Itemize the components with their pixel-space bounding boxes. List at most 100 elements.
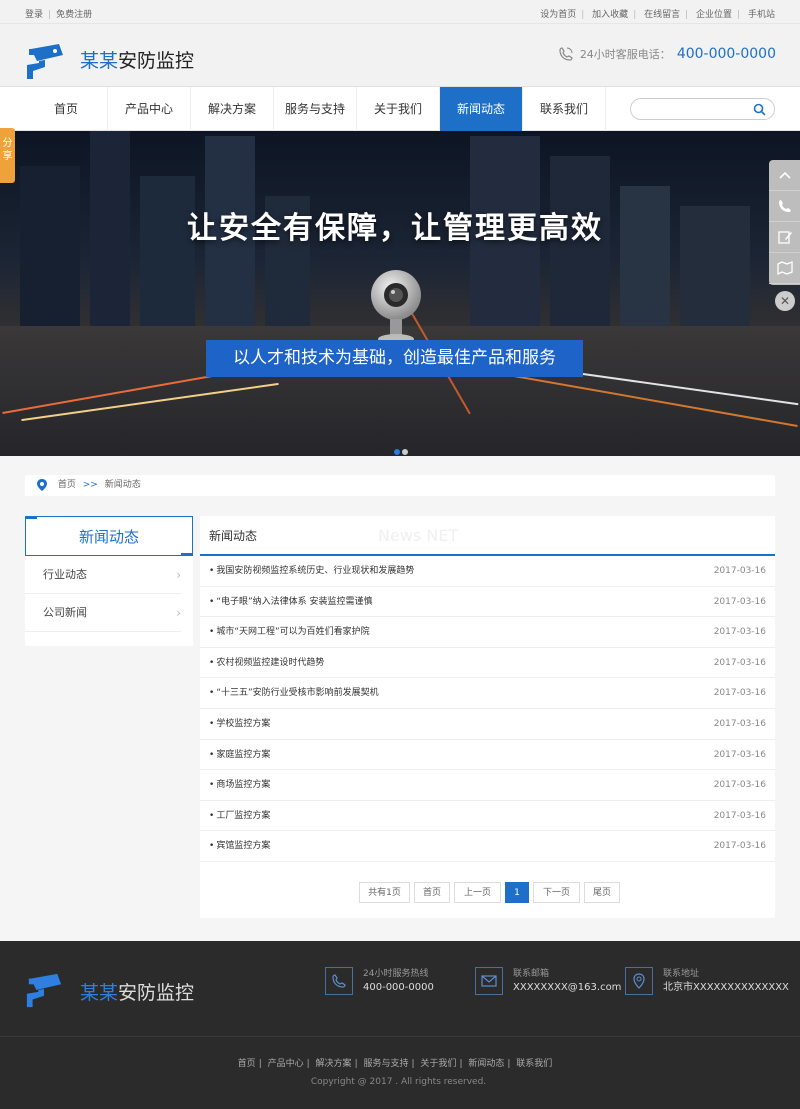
nav-item-about[interactable]: 关于我们 [357, 87, 440, 131]
nav-item-products[interactable]: 产品中心 [108, 87, 191, 131]
news-title[interactable]: “十三五”安防行业受核市影响前发展契机 [216, 688, 378, 698]
footer-divider [0, 1036, 800, 1037]
contact-value: XXXXXXXX@163.com [513, 982, 622, 993]
sidebar-item-industry-news[interactable]: 行业动态 › [25, 556, 181, 594]
news-title[interactable]: 我国安防视频监控系统历史、行业现状和发展趋势 [216, 566, 414, 576]
news-date: 2017-03-16 [713, 780, 766, 791]
breadcrumb-separator: >> [82, 480, 98, 490]
panel-title-text: 新闻动态 [209, 529, 258, 543]
news-date: 2017-03-16 [713, 718, 766, 729]
page-next-button[interactable]: 下一页 [533, 882, 580, 903]
brand-part1: 某某 [80, 50, 119, 72]
camera-logo-icon [26, 973, 62, 1008]
footer-link-support[interactable]: 服务与支持 [363, 1059, 408, 1069]
contact-value: 北京市XXXXXXXXXXXXXX [663, 982, 789, 993]
nav-item-solutions[interactable]: 解决方案 [191, 87, 274, 131]
search-icon[interactable] [753, 103, 766, 116]
register-link[interactable]: 免费注册 [56, 10, 92, 20]
footer-contact-email: 联系邮箱 XXXXXXXX@163.com [475, 967, 621, 995]
footer-contact-phone: 24小时服务热线 400-000-0000 [325, 967, 434, 995]
map-tool-icon[interactable] [769, 253, 800, 284]
contact-label: 24小时服务热线 [363, 969, 429, 979]
close-icon[interactable]: ✕ [775, 291, 795, 311]
news-date: 2017-03-16 [713, 566, 766, 576]
footer-link-home[interactable]: 首页 [238, 1059, 256, 1069]
chevron-right-icon: › [176, 568, 181, 582]
utility-links: 设为首页 | 加入收藏 | 在线留言 | 企业位置 | 手机站 [540, 10, 775, 20]
breadcrumb-home[interactable]: 首页 [58, 480, 76, 490]
news-item[interactable]: 农村视频监控建设时代趋势 2017-03-16 [200, 648, 775, 679]
slide-indicator [394, 440, 410, 456]
news-item[interactable]: 商场监控方案 2017-03-16 [200, 770, 775, 801]
site-footer: 某某安防监控 24小时服务热线 400-000-0000 联系邮箱 XXXXXX… [0, 941, 800, 1109]
phone-icon [559, 47, 573, 61]
news-title[interactable]: 学校监控方案 [216, 719, 270, 729]
page-current[interactable]: 1 [505, 882, 529, 903]
share-tab[interactable]: 分享 [0, 128, 15, 183]
news-item[interactable]: 家庭监控方案 2017-03-16 [200, 740, 775, 771]
sidebar-title: 新闻动态 [25, 516, 193, 556]
news-title[interactable]: 家庭监控方案 [216, 750, 270, 760]
breadcrumb: 首页 >> 新闻动态 [25, 475, 775, 496]
slide-dot-2[interactable] [402, 449, 408, 455]
page-last-button[interactable]: 尾页 [584, 882, 620, 903]
search-box [630, 98, 775, 122]
page-prev-button[interactable]: 上一页 [454, 882, 501, 903]
location-pin-icon [37, 478, 47, 491]
footer-link-contact[interactable]: 联系我们 [516, 1059, 552, 1069]
news-item[interactable]: “电子眼”纳入法律体系 安装监控需谨慎 2017-03-16 [200, 587, 775, 618]
message-link[interactable]: 在线留言 [644, 10, 680, 20]
news-item[interactable]: 宾馆监控方案 2017-03-16 [200, 831, 775, 862]
panel-title: 新闻动态 News NET [200, 516, 775, 556]
news-date: 2017-03-16 [713, 627, 766, 638]
copyright: Copyright @ 2017 . All rights reserved. [310, 1077, 487, 1087]
news-item[interactable]: 城市“天网工程”可以为百姓们看家护院 2017-03-16 [200, 617, 775, 648]
search-input[interactable] [641, 101, 756, 122]
footer-brand: 某某安防监控 [80, 978, 194, 1005]
location-link[interactable]: 企业位置 [696, 10, 732, 20]
mobile-site-link[interactable]: 手机站 [748, 10, 775, 20]
collapse-up-icon[interactable] [769, 160, 800, 191]
main-nav: 首页 产品中心 解决方案 服务与支持 关于我们 新闻动态 联系我们 [0, 87, 800, 131]
news-item[interactable]: 工厂监控方案 2017-03-16 [200, 801, 775, 832]
news-date: 2017-03-16 [713, 596, 766, 607]
webcam-icon [371, 270, 421, 344]
login-link[interactable]: 登录 [25, 10, 43, 20]
sidebar-item-company-news[interactable]: 公司新闻 › [25, 594, 181, 632]
footer-link-solutions[interactable]: 解决方案 [316, 1059, 352, 1069]
footer-link-about[interactable]: 关于我们 [420, 1059, 456, 1069]
nav-item-home[interactable]: 首页 [25, 87, 108, 131]
add-favorite-link[interactable]: 加入收藏 [592, 10, 628, 20]
news-title[interactable]: 城市“天网工程”可以为百姓们看家护院 [216, 627, 369, 637]
page-first-button[interactable]: 首页 [414, 882, 450, 903]
top-bar: 登录 | 免费注册 设为首页 | 加入收藏 | 在线留言 | 企业位置 | 手机站 [0, 0, 800, 24]
hero-banner[interactable]: 让安全有保障，让管理更高效 以人才和技术为基础，创造最佳产品和服务 [0, 131, 800, 456]
news-item[interactable]: 学校监控方案 2017-03-16 [200, 709, 775, 740]
news-title[interactable]: 工厂监控方案 [216, 811, 270, 821]
phone-icon [325, 967, 353, 995]
set-homepage-link[interactable]: 设为首页 [540, 10, 576, 20]
hotline: 24小时客服电话： 400-000-0000 [558, 46, 776, 62]
banner-headline: 让安全有保障，让管理更高效 [187, 211, 603, 246]
brand-name[interactable]: 某某安防监控 [80, 46, 194, 73]
page-total: 共有1页 [359, 882, 410, 903]
camera-logo-icon[interactable] [25, 41, 65, 81]
news-title[interactable]: “电子眼”纳入法律体系 安装监控需谨慎 [216, 597, 372, 607]
news-title[interactable]: 农村视频监控建设时代趋势 [216, 658, 324, 668]
news-date: 2017-03-16 [713, 688, 766, 699]
slide-dot-1[interactable] [394, 449, 400, 455]
footer-link-products[interactable]: 产品中心 [268, 1059, 304, 1069]
nav-item-contact[interactable]: 联系我们 [523, 87, 606, 131]
nav-item-news[interactable]: 新闻动态 [440, 87, 523, 131]
news-title[interactable]: 宾馆监控方案 [216, 841, 270, 851]
hotline-label: 24小时客服电话： [579, 48, 671, 61]
news-item[interactable]: 我国安防视频监控系统历史、行业现状和发展趋势 2017-03-16 [200, 556, 775, 587]
news-title[interactable]: 商场监控方案 [216, 780, 270, 790]
category-sidebar: 新闻动态 行业动态 › 公司新闻 › [25, 516, 193, 646]
nav-item-support[interactable]: 服务与支持 [274, 87, 357, 131]
edit-tool-icon[interactable] [769, 222, 800, 253]
account-links: 登录 | 免费注册 [25, 10, 93, 20]
news-item[interactable]: “十三五”安防行业受核市影响前发展契机 2017-03-16 [200, 678, 775, 709]
phone-tool-icon[interactable] [769, 191, 800, 222]
footer-link-news[interactable]: 新闻动态 [468, 1059, 504, 1069]
